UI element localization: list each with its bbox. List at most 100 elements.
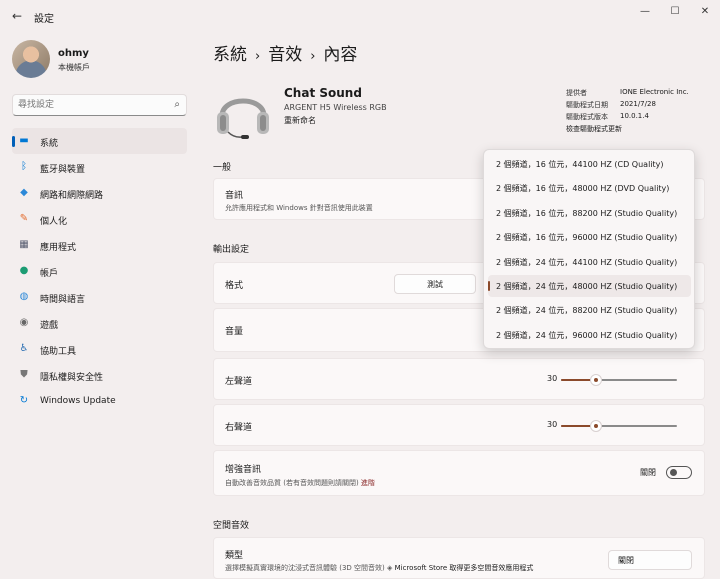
audio-description: 允許應用程式和 Windows 針對音訊使用此裝置	[225, 204, 373, 212]
driver-info-key: 驅動程式日期	[566, 101, 608, 109]
shield-icon: ⛊	[20, 369, 28, 380]
globe-icon: ◍	[19, 291, 29, 302]
device-name: Chat Sound	[284, 86, 362, 100]
sidebar-item-7[interactable]: ◉ 遊戲	[12, 310, 187, 336]
sidebar-item-label: 系統	[40, 139, 59, 149]
enhance-audio-toggle[interactable]	[666, 466, 692, 479]
right-channel-label: 右聲道	[225, 423, 253, 433]
enhance-audio-description: 自動改善音效品質 (若有音效問題則請關閉) 進階	[225, 478, 375, 488]
slider-thumb[interactable]	[589, 374, 602, 386]
sidebar-item-3[interactable]: ✎ 個人化	[12, 206, 187, 232]
sidebar-item-label: 帳戶	[40, 269, 59, 279]
section-output: 輸出設定	[213, 245, 250, 255]
format-option-label: 2 個頻道，16 位元，44100 HZ (CD Quality)	[496, 160, 664, 169]
wifi-icon: ◆	[20, 187, 28, 198]
format-option[interactable]: 2 個頻道，16 位元，44100 HZ (CD Quality)	[488, 153, 691, 175]
store-link[interactable]: Microsoft Store 取得更多空間音效應用程式	[395, 564, 534, 572]
format-option-label: 2 個頻道，16 位元，48000 HZ (DVD Quality)	[496, 184, 670, 194]
driver-info-key: 提供者	[566, 89, 587, 97]
back-arrow-icon[interactable]: ←	[8, 7, 26, 25]
enhance-audio-title: 增強音訊	[225, 465, 262, 475]
enhance-audio-card: 增強音訊 自動改善音效品質 (若有音效問題則請關閉) 進階 關閉	[213, 450, 705, 496]
format-option-label: 2 個頻道，24 位元，44100 HZ (Studio Quality)	[496, 257, 678, 267]
breadcrumb-sound[interactable]: 音效	[268, 45, 302, 65]
breadcrumb-separator: ›	[310, 49, 316, 64]
sidebar-item-6[interactable]: ◍ 時間與語言	[12, 284, 187, 310]
format-dropdown-menu: 2 個頻道，16 位元，44100 HZ (CD Quality) 2 個頻道，1…	[483, 149, 695, 349]
apps-icon: ▦	[19, 239, 29, 250]
sidebar-item-1[interactable]: ᛒ 藍牙與裝置	[12, 154, 187, 180]
sidebar-item-10[interactable]: ↻ Windows Update	[12, 388, 187, 414]
sidebar-item-label: Windows Update	[40, 396, 116, 406]
close-icon[interactable]: ✕	[690, 4, 720, 20]
right-channel-card: 右聲道 30	[213, 404, 705, 446]
driver-info: 提供者 IONE Electronic Inc. 驅動程式日期 2021/7/28 驅動…	[566, 88, 706, 133]
left-channel-value: 30	[547, 374, 558, 383]
right-channel-value: 30	[547, 420, 558, 429]
driver-info-row: 驅動程式版本 10.0.1.4	[566, 112, 706, 124]
format-option[interactable]: 2 個頻道，24 位元，48000 HZ (Studio Quality)	[488, 275, 691, 297]
format-option[interactable]: 2 個頻道，24 位元，88200 HZ (Studio Quality)	[488, 299, 691, 321]
breadcrumb-system[interactable]: 系統	[213, 45, 247, 65]
enhance-toggle-state: 關閉	[640, 468, 656, 477]
sidebar-item-9[interactable]: ⛊ 隱私權與安全性	[12, 362, 187, 388]
search-icon[interactable]: ⌕	[174, 99, 180, 110]
format-option[interactable]: 2 個頻道，16 位元，48000 HZ (DVD Quality)	[488, 177, 691, 199]
format-option[interactable]: 2 個頻道，24 位元，96000 HZ (Studio Quality)	[488, 324, 691, 346]
format-option-label: 2 個頻道，16 位元，88200 HZ (Studio Quality)	[496, 208, 678, 218]
app-title: 設定	[34, 14, 54, 25]
sidebar-item-label: 時間與語言	[40, 295, 86, 305]
search-input[interactable]	[18, 97, 163, 113]
sidebar-item-label: 遊戲	[40, 321, 59, 331]
store-icon: ◈	[387, 564, 393, 572]
breadcrumb: 系統 › 音效 › 內容	[213, 40, 357, 65]
left-channel-label: 左聲道	[225, 377, 253, 387]
check-driver-update-link[interactable]: 檢查驅動程式更新	[566, 124, 622, 134]
accessibility-icon: ♿	[19, 343, 29, 354]
sidebar-item-4[interactable]: ▦ 應用程式	[12, 232, 187, 258]
driver-info-value: 10.0.1.4	[620, 112, 649, 120]
sidebar-item-0[interactable]: ▬ 系統	[12, 128, 187, 154]
monitor-icon: ▬	[19, 135, 29, 146]
format-option-label: 2 個頻道，24 位元，48000 HZ (Studio Quality)	[496, 282, 678, 291]
right-channel-slider[interactable]: 30	[547, 419, 677, 433]
update-icon: ↻	[19, 395, 29, 406]
spatial-type-select[interactable]: 關閉 ⌄	[608, 550, 692, 570]
section-general: 一般	[213, 163, 232, 173]
search-box[interactable]: ⌕	[12, 94, 187, 116]
slider-thumb[interactable]	[589, 420, 602, 432]
test-button[interactable]: 測試	[394, 274, 476, 294]
sidebar-item-2[interactable]: ◆ 網路和網際網路	[12, 180, 187, 206]
minimize-icon[interactable]: —	[630, 4, 660, 20]
device-header: Chat Sound ARGENT H5 Wireless RGB 重新命名 提…	[214, 80, 704, 144]
breadcrumb-current: 內容	[323, 45, 358, 65]
driver-info-key: 驅動程式版本	[566, 113, 608, 121]
format-option[interactable]: 2 個頻道，24 位元，44100 HZ (Studio Quality)	[488, 251, 691, 273]
driver-info-value: IONE Electronic Inc.	[620, 88, 689, 96]
maximize-icon[interactable]: ☐	[660, 4, 690, 20]
title-bar: ← 設定 — ☐ ✕	[0, 0, 720, 32]
avatar	[12, 40, 50, 78]
user-profile[interactable]: ohmy 本機帳戶	[12, 40, 192, 80]
sidebar-item-5[interactable]: ● 帳戶	[12, 258, 187, 284]
section-spatial: 空間音效	[213, 521, 250, 531]
nav-list: ▬ 系統 ᛒ 藍牙與裝置 ◆ 網路和網際網路 ✎ 個人化 ▦ 應用程式 ● 帳戶 ◍ 時間與語言 ◉ 遊戲 ♿ 協…	[12, 128, 187, 414]
spatial-type-description: 選擇模擬真實環境的沈浸式音訊體驗 (3D 空間音效) ◈ Microsoft S…	[225, 563, 533, 573]
rename-link[interactable]: 重新命名	[284, 115, 316, 126]
spatial-type-label: 類型	[225, 551, 244, 561]
advanced-link[interactable]: 進階	[361, 479, 375, 487]
brush-icon: ✎	[19, 213, 29, 224]
enhance-audio-desc-text: 自動改善音效品質 (若有音效問題則請關閉)	[225, 479, 359, 487]
bluetooth-icon: ᛒ	[21, 161, 27, 172]
left-channel-card: 左聲道 30	[213, 358, 705, 400]
sidebar-item-label: 個人化	[40, 217, 68, 227]
gamepad-icon: ◉	[19, 317, 29, 328]
format-option[interactable]: 2 個頻道，16 位元，96000 HZ (Studio Quality)	[488, 226, 691, 248]
format-option[interactable]: 2 個頻道，16 位元，88200 HZ (Studio Quality)	[488, 202, 691, 224]
person-icon: ●	[19, 265, 29, 276]
sidebar-item-label: 網路和網際網路	[40, 191, 104, 201]
driver-info-row: 提供者 IONE Electronic Inc.	[566, 88, 706, 100]
sidebar-item-label: 隱私權與安全性	[40, 373, 104, 383]
sidebar-item-8[interactable]: ♿ 協助工具	[12, 336, 187, 362]
left-channel-slider[interactable]: 30	[547, 373, 677, 387]
